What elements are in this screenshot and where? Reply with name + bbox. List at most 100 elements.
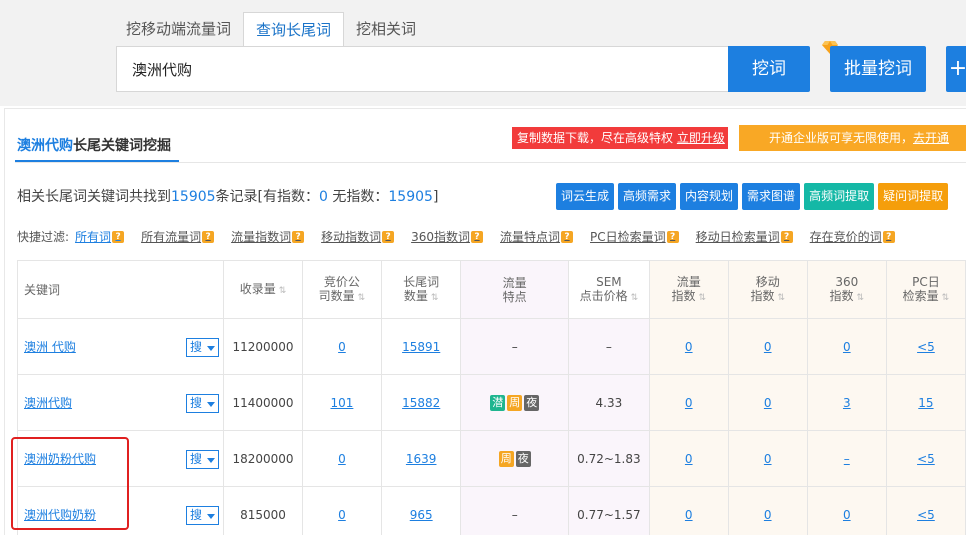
search-engine-select[interactable]: 搜 <box>186 394 219 413</box>
sem-price: 4.33 <box>595 395 623 410</box>
quick-filter-6[interactable]: PC日检索量词? <box>590 228 679 245</box>
index-count: 815000 <box>240 507 286 522</box>
sort-icon[interactable]: ⇅ <box>431 291 439 305</box>
column-header-2[interactable]: 竞价公 司数量 ⇅ <box>301 260 383 319</box>
tool-button-1[interactable]: 高频需求 <box>618 183 677 210</box>
sem-price-cell: 0.77~1.57 <box>568 486 650 535</box>
bid-company-count[interactable]: 0 <box>338 340 346 354</box>
traffic-index-cell: 0 <box>648 374 729 431</box>
column-header-3[interactable]: 长尾词 数量 ⇅ <box>380 260 462 319</box>
traffic-traits-cell: 潜周夜 <box>460 374 569 431</box>
longtail-count[interactable]: 965 <box>410 508 433 522</box>
mobile-index[interactable]: 0 <box>764 508 772 522</box>
column-header-9[interactable]: PC日 检索量 ⇅ <box>885 260 966 319</box>
add-button[interactable]: + <box>946 46 966 92</box>
pc-daily-search[interactable]: <5 <box>917 508 935 522</box>
index-360-cell: 0 <box>806 318 887 375</box>
column-header-label: 流量 指数 <box>671 274 701 303</box>
pc-daily-search[interactable]: <5 <box>917 340 935 354</box>
index-360[interactable]: 3 <box>843 396 851 410</box>
dig-words-button[interactable]: 挖词 <box>728 46 810 92</box>
help-icon[interactable]: ? <box>471 230 484 243</box>
tool-button-3[interactable]: 需求图谱 <box>742 183 801 210</box>
column-header-8[interactable]: 360 指数 ⇅ <box>806 260 887 319</box>
tab-mobile-traffic-words[interactable]: 挖移动端流量词 <box>114 12 243 46</box>
quick-filter-1[interactable]: 所有流量词? <box>141 228 215 245</box>
help-icon[interactable]: ? <box>780 230 793 243</box>
column-header-label: 移动 指数 <box>750 274 780 303</box>
bid-company-count-cell: 101 <box>301 374 383 431</box>
sort-icon[interactable]: ⇅ <box>279 284 287 298</box>
quick-filter-8[interactable]: 存在竞价的词? <box>810 228 895 245</box>
traffic-index[interactable]: 0 <box>685 340 693 354</box>
trait-empty: – <box>511 339 518 354</box>
traffic-index[interactable]: 0 <box>685 452 693 466</box>
longtail-count[interactable]: 15891 <box>402 340 440 354</box>
upgrade-now-link[interactable]: 立即升级 <box>677 131 725 145</box>
longtail-count[interactable]: 15882 <box>402 396 440 410</box>
quick-filter-7[interactable]: 移动日检索量词? <box>696 228 793 245</box>
mobile-index[interactable]: 0 <box>764 396 772 410</box>
keyword-table: 关键词 收录量 ⇅ 竞价公 司数量 ⇅ 长尾词 数量 ⇅ 流量 特点 SEM 点击价格 ⇅ 流量 指… <box>16 260 966 535</box>
bid-company-count[interactable]: 0 <box>338 508 346 522</box>
tool-button-4[interactable]: 高频词提取 <box>804 183 875 210</box>
sort-icon[interactable]: ⇅ <box>857 291 865 305</box>
traffic-traits-cell: – <box>460 486 569 535</box>
index-360-cell: 3 <box>806 374 887 431</box>
column-header-7[interactable]: 移动 指数 ⇅ <box>727 260 808 319</box>
mobile-index-cell: 0 <box>727 318 808 375</box>
quick-filter-3[interactable]: 移动指数词? <box>321 228 395 245</box>
search-engine-select[interactable]: 搜 <box>186 506 219 525</box>
bid-company-count[interactable]: 101 <box>330 396 353 410</box>
tab-related-words[interactable]: 挖相关词 <box>344 12 428 46</box>
help-icon[interactable]: ? <box>382 230 395 243</box>
index-count: 11200000 <box>232 339 294 354</box>
sort-icon[interactable]: ⇅ <box>698 291 706 305</box>
index-360[interactable]: 0 <box>843 340 851 354</box>
tool-button-0[interactable]: 词云生成 <box>556 183 615 210</box>
top-search-area: 挖移动端流量词 查询长尾词 挖相关词 挖词 批量挖词 + <box>0 0 966 106</box>
sort-icon[interactable]: ⇅ <box>358 291 366 305</box>
index-count-cell: 18200000 <box>223 430 303 487</box>
tab-long-tail-query[interactable]: 查询长尾词 <box>243 12 345 46</box>
keyword-link[interactable]: 澳洲 代购 <box>24 340 76 354</box>
help-icon[interactable]: ? <box>292 230 305 243</box>
pc-daily-search[interactable]: <5 <box>917 452 935 466</box>
traffic-index[interactable]: 0 <box>685 396 693 410</box>
tool-button-2[interactable]: 内容规划 <box>680 183 739 210</box>
search-engine-select[interactable]: 搜 <box>186 450 219 469</box>
longtail-count-cell: 1639 <box>380 430 462 487</box>
index-360[interactable]: – <box>844 452 850 466</box>
help-icon[interactable]: ? <box>112 230 125 243</box>
keyword-search-input[interactable] <box>116 46 729 92</box>
tool-button-5[interactable]: 疑问词提取 <box>878 183 949 210</box>
index-360[interactable]: 0 <box>843 508 851 522</box>
longtail-count[interactable]: 1639 <box>406 452 437 466</box>
search-engine-select[interactable]: 搜 <box>186 338 219 357</box>
quick-filter-5[interactable]: 流量特点词? <box>500 228 574 245</box>
traffic-index[interactable]: 0 <box>685 508 693 522</box>
help-icon[interactable]: ? <box>561 230 574 243</box>
mobile-index[interactable]: 0 <box>764 340 772 354</box>
search-tabs: 挖移动端流量词 查询长尾词 挖相关词 <box>114 12 428 46</box>
sort-icon[interactable]: ⇅ <box>942 291 950 305</box>
page-title: 澳洲代购长尾关键词挖掘 <box>17 135 171 155</box>
quick-filter-4[interactable]: 360指数词? <box>411 228 484 245</box>
help-icon[interactable]: ? <box>202 230 215 243</box>
keyword-cell: 澳洲代购 搜 <box>16 374 225 431</box>
traffic-index-cell: 0 <box>648 430 729 487</box>
enterprise-open-link[interactable]: 去开通 <box>913 131 949 145</box>
pc-daily-search[interactable]: 15 <box>918 396 933 410</box>
column-header-1[interactable]: 收录量 ⇅ <box>223 260 303 319</box>
keyword-link[interactable]: 澳洲代购 <box>24 396 72 410</box>
quick-filter-0[interactable]: 所有词? <box>75 228 125 245</box>
sort-icon[interactable]: ⇅ <box>777 291 785 305</box>
help-icon[interactable]: ? <box>666 230 679 243</box>
sort-icon[interactable]: ⇅ <box>631 291 639 305</box>
bid-company-count[interactable]: 0 <box>338 452 346 466</box>
column-header-6[interactable]: 流量 指数 ⇅ <box>648 260 729 319</box>
help-icon[interactable]: ? <box>882 230 895 243</box>
quick-filter-2[interactable]: 流量指数词? <box>231 228 305 245</box>
mobile-index[interactable]: 0 <box>764 452 772 466</box>
batch-dig-button[interactable]: 批量挖词 <box>830 46 926 92</box>
